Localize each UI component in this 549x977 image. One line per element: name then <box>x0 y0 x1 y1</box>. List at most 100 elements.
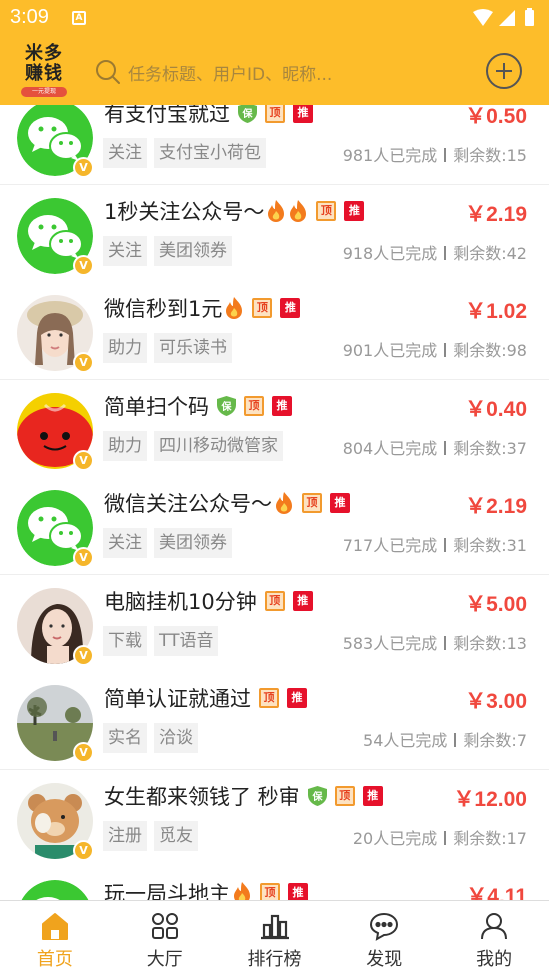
task-price: ￥5.00 <box>465 592 527 616</box>
search-input[interactable]: 任务标题、用户ID、昵称... <box>90 52 470 90</box>
plus-circle-icon[interactable] <box>486 53 522 89</box>
stats-divider <box>444 245 447 260</box>
fire-icon <box>290 199 307 222</box>
svg-text:保: 保 <box>311 790 323 803</box>
task-tag: 助力 <box>103 430 147 461</box>
bottom-tab-bar: 首页 大厅 排行榜 发现 我的 <box>0 900 549 977</box>
task-title-row: 女生都来领钱了 秒审保顶推 <box>104 782 383 810</box>
task-list-item[interactable]: V 简单认证就通过顶推实名 洽谈 ￥3.00 54人已完成 剩余数:7 <box>0 672 549 770</box>
task-title-row: 微信秒到1元 顶推 <box>104 294 301 322</box>
tab-grid[interactable]: 大厅 <box>110 901 220 977</box>
guarantee-shield-icon: 保 <box>307 785 327 806</box>
recommended-badge: 推 <box>293 105 313 123</box>
task-tag: 洽谈 <box>154 723 198 753</box>
top-pinned-badge: 顶 <box>334 785 355 806</box>
completed-count: 717人已完成 <box>342 536 438 555</box>
svg-text:保: 保 <box>221 400 233 413</box>
task-title: 简单扫个码 <box>104 394 209 419</box>
task-list-item[interactable]: V玩一局斗地主顶推￥4.11 <box>0 867 549 900</box>
task-tag: 下载 <box>103 625 147 656</box>
tab-chat-bubble[interactable]: 发现 <box>329 901 439 977</box>
recommended-badge: 推 <box>272 395 292 416</box>
task-title: 电脑挂机10分钟 <box>104 589 257 614</box>
task-list-item[interactable]: V 微信关注公众号～ 顶推关注 美团领券 ￥2.19 717人已完成 剩余数:31 <box>0 477 549 575</box>
notification-icon: A <box>72 11 86 25</box>
task-title: 1秒关注公众号～ <box>104 199 265 224</box>
recommended-badge: 推 <box>330 493 350 513</box>
task-title-row: 微信关注公众号～ 顶推 <box>104 489 350 517</box>
verified-badge-icon: V <box>73 742 94 763</box>
stats-divider <box>444 440 447 455</box>
verified-badge-icon: V <box>73 352 94 373</box>
task-tag: 关注 <box>103 235 147 266</box>
tab-home[interactable]: 首页 <box>0 901 110 977</box>
guarantee-shield-icon: 保 <box>238 105 257 123</box>
fire-icon <box>276 492 292 514</box>
app-logo: 米多 赚钱 一元提现 <box>18 44 70 98</box>
top-pinned-badge: 顶 <box>316 200 337 221</box>
guarantee-shield-icon: 保 <box>217 395 236 416</box>
task-price: ￥3.00 <box>465 690 527 713</box>
verified-badge-icon: V <box>73 547 94 568</box>
task-tag: 实名 <box>103 723 147 753</box>
remaining-count: 剩余数:15 <box>453 146 527 165</box>
task-list-item[interactable]: V 女生都来领钱了 秒审保顶推注册 觅友 ￥12.00 20人已完成 剩余数:17 <box>0 769 549 868</box>
remaining-count: 剩余数:42 <box>453 243 527 263</box>
tab-label: 首页 <box>36 949 73 970</box>
task-title: 有支付宝就过 <box>104 105 230 126</box>
completed-count: 918人已完成 <box>342 243 438 263</box>
task-tag: 注册 <box>103 820 147 851</box>
completed-count: 583人已完成 <box>342 633 438 653</box>
remaining-count: 剩余数:17 <box>453 828 527 848</box>
completed-count: 981人已完成 <box>342 146 438 165</box>
completed-count: 901人已完成 <box>342 341 438 360</box>
stats-divider <box>444 538 447 552</box>
task-price: ￥0.40 <box>465 397 527 421</box>
stats-divider <box>444 635 447 650</box>
tab-user[interactable]: 我的 <box>439 901 549 977</box>
task-price: ￥4.11 <box>466 885 527 900</box>
recommended-badge: 推 <box>288 883 308 900</box>
logo-tagline: 一元提现 <box>21 87 67 97</box>
remaining-count: 剩余数:13 <box>453 633 527 653</box>
status-time: 3:09 <box>10 6 49 28</box>
task-price: ￥0.50 <box>465 105 527 128</box>
task-list-item[interactable]: V 1秒关注公众号～ 顶推关注 美团领券 ￥2.19 918人已完成 剩余数:42 <box>0 184 549 283</box>
completed-count: 804人已完成 <box>342 438 438 458</box>
remaining-count: 剩余数:98 <box>453 341 527 360</box>
task-tag: 四川移动微管家 <box>154 430 283 461</box>
task-list-item[interactable]: V 电脑挂机10分钟顶推下载 TT语音 ￥5.00 583人已完成 剩余数:13 <box>0 574 549 673</box>
tab-label: 发现 <box>366 949 403 970</box>
task-title-row: 简单扫个码保顶推 <box>104 392 292 420</box>
top-pinned-badge: 顶 <box>302 493 322 513</box>
top-pinned-badge: 顶 <box>264 590 285 611</box>
task-list-item[interactable]: V 微信秒到1元 顶推助力 可乐读书 ￥1.02 901人已完成 剩余数:98 <box>0 282 549 380</box>
stats-divider <box>444 148 447 162</box>
verified-badge-icon: V <box>73 839 94 861</box>
verified-badge-icon: V <box>73 254 94 276</box>
task-avatar <box>17 880 93 900</box>
stats-divider <box>444 830 447 845</box>
task-stats: 804人已完成 剩余数:37 <box>343 435 527 459</box>
app-header: 3:09 A 米多 赚钱 一元提现 任务标题、用户ID、昵称... <box>0 0 549 105</box>
task-tag: 关注 <box>103 528 147 558</box>
fire-icon <box>226 297 243 319</box>
task-title: 简单认证就通过 <box>104 687 251 711</box>
tab-bar-chart[interactable]: 排行榜 <box>220 901 330 977</box>
task-title-row: 有支付宝就过保顶推 <box>104 105 313 127</box>
task-stats: 54人已完成 剩余数:7 <box>363 727 527 751</box>
task-list-item[interactable]: V 简单扫个码保顶推助力 四川移动微管家 ￥0.40 804人已完成 剩余数:37 <box>0 379 549 478</box>
task-price: ￥2.19 <box>465 202 527 226</box>
stats-divider <box>444 343 447 357</box>
task-stats: 981人已完成 剩余数:15 <box>343 142 527 166</box>
search-placeholder: 任务标题、用户ID、昵称... <box>128 65 333 85</box>
recommended-badge: 推 <box>292 590 313 611</box>
task-stats: 583人已完成 剩余数:13 <box>343 630 527 654</box>
top-pinned-badge: 顶 <box>244 395 264 416</box>
task-list-item[interactable]: V 有支付宝就过保顶推关注 支付宝小荷包 ￥0.50 981人已完成 剩余数:15 <box>0 105 549 185</box>
task-price: ￥1.02 <box>465 300 527 323</box>
logo-line-2: 赚钱 <box>25 63 63 84</box>
task-tag: TT语音 <box>154 625 219 656</box>
task-title: 玩一局斗地主 <box>104 882 230 900</box>
tab-label: 我的 <box>476 949 513 970</box>
